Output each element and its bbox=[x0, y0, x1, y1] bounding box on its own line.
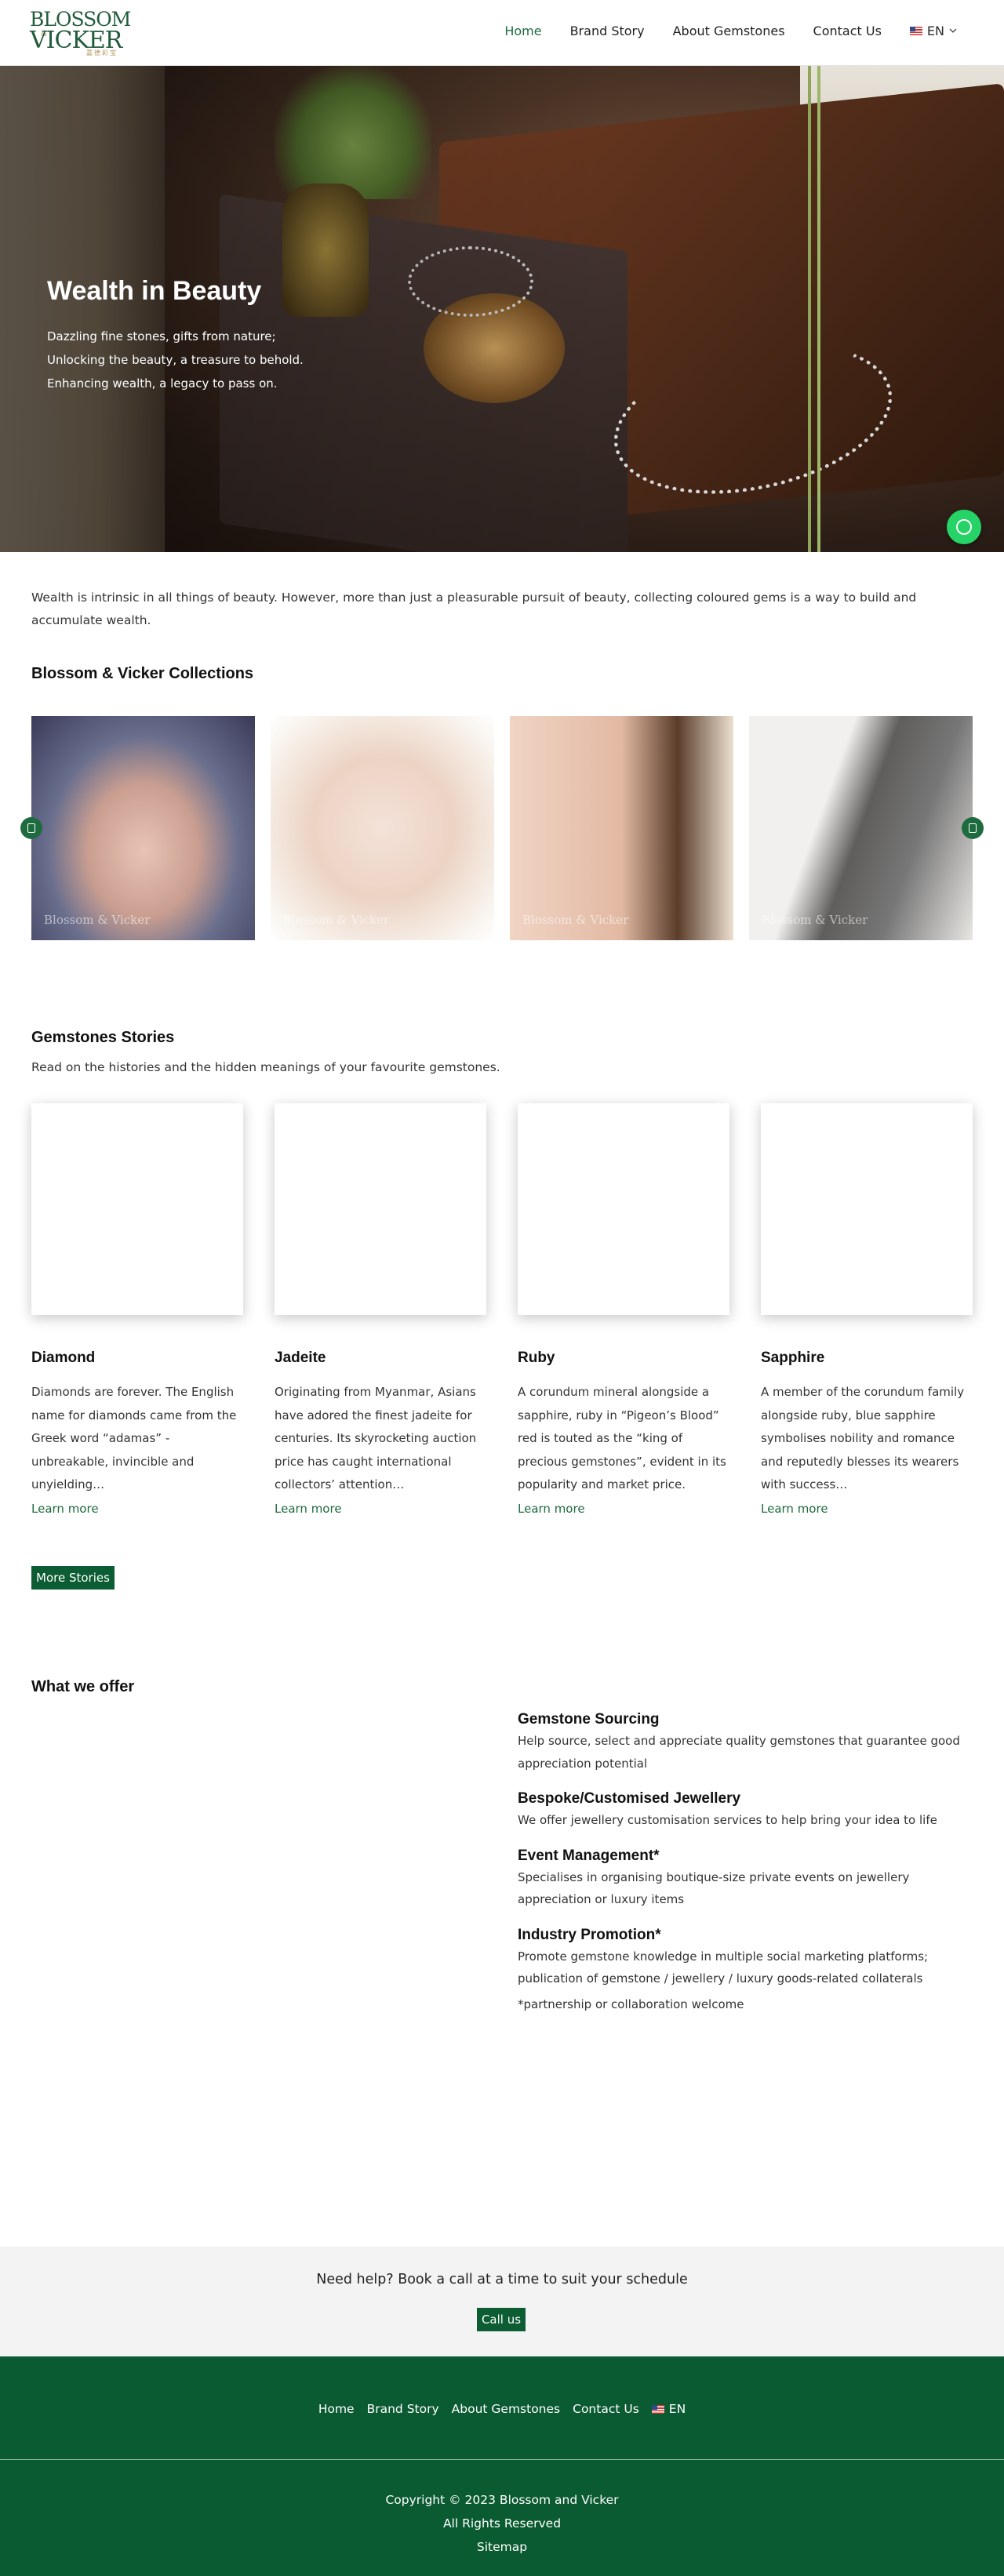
learn-more-link[interactable]: Learn more bbox=[275, 1502, 486, 1516]
story-excerpt: A member of the corundum family alongsid… bbox=[761, 1385, 965, 1491]
stories-subtitle: Read on the histories and the hidden mea… bbox=[31, 1060, 500, 1074]
watermark: Blossom & Vicker bbox=[762, 913, 868, 927]
story-card: Jadeite Originating from Myanmar, Asians… bbox=[275, 1103, 486, 1516]
hero-line: Dazzling fine stones, gifts from nature; bbox=[47, 329, 276, 343]
stories-title: Gemstones Stories bbox=[31, 1029, 175, 1046]
offer-item-title: Event Management* bbox=[518, 1847, 660, 1864]
offer-item-text: Help source, select and appreciate quali… bbox=[518, 1734, 960, 1771]
offer-item-title: Bespoke/Customised Jewellery bbox=[518, 1790, 741, 1807]
offer-item-title: Industry Promotion* bbox=[518, 1926, 661, 1943]
watermark: Blossom & Vicker bbox=[522, 913, 629, 927]
story-title: Diamond bbox=[31, 1350, 96, 1366]
watermark: Blossom & Vicker bbox=[44, 913, 151, 927]
whatsapp-icon bbox=[956, 519, 972, 535]
collections-carousel: Blossom & Vicker Blossom & Vicker Blosso… bbox=[31, 716, 973, 940]
hero-line: Enhancing wealth, a legacy to pass on. bbox=[47, 376, 278, 391]
us-flag-icon bbox=[909, 27, 922, 35]
offer-item-text: We offer jewellery customisation service… bbox=[518, 1813, 937, 1827]
footer-nav-brand-story[interactable]: Brand Story bbox=[367, 2402, 439, 2416]
story-card: Sapphire A member of the corundum family… bbox=[761, 1103, 973, 1516]
call-us-button[interactable]: Call us bbox=[477, 2308, 526, 2331]
hero-overlay bbox=[0, 66, 1004, 552]
nav-contact-us[interactable]: Contact Us bbox=[813, 24, 882, 38]
offer-item: Event Management* Specialises in organis… bbox=[518, 1846, 973, 1911]
us-flag-icon bbox=[651, 2404, 664, 2414]
story-excerpt: A corundum mineral alongside a sapphire,… bbox=[518, 1385, 726, 1491]
learn-more-link[interactable]: Learn more bbox=[518, 1502, 729, 1516]
call-to-action: Need help? Book a call at a time to suit… bbox=[0, 2247, 1004, 2356]
sitemap-link[interactable]: Sitemap bbox=[0, 2535, 1004, 2559]
story-excerpt: Originating from Myanmar, Asians have ad… bbox=[275, 1385, 477, 1491]
language-label: EN bbox=[926, 24, 944, 38]
copyright-text: Copyright © 2023 Blossom and Vicker bbox=[385, 2493, 619, 2507]
arrow-right-icon bbox=[969, 823, 977, 833]
offer-item-text: Specialises in organising boutique-size … bbox=[518, 1869, 910, 1907]
arrow-left-icon bbox=[27, 823, 35, 833]
cta-question: Need help? Book a call at a time to suit… bbox=[316, 2272, 688, 2287]
logo-chinese-name: 嘉德彩宝 bbox=[86, 49, 118, 56]
offer-list: Gemstone Sourcing Help source, select an… bbox=[518, 1709, 973, 2015]
footer-copyright: Copyright © 2023 Blossom and Vicker All … bbox=[0, 2488, 1004, 2559]
footer-nav-contact-us[interactable]: Contact Us bbox=[573, 2402, 639, 2416]
hero-banner: Wealth in Beauty Dazzling fine stones, g… bbox=[0, 66, 1004, 552]
story-thumbnail[interactable] bbox=[31, 1103, 243, 1315]
hero-title: Wealth in Beauty bbox=[47, 276, 262, 306]
collection-image[interactable]: Blossom & Vicker bbox=[271, 716, 494, 940]
story-title: Ruby bbox=[518, 1350, 555, 1366]
footer-nav-about-gemstones[interactable]: About Gemstones bbox=[452, 2402, 560, 2416]
intro-text: Wealth is intrinsic in all things of bea… bbox=[31, 590, 917, 627]
collection-image[interactable]: Blossom & Vicker bbox=[749, 716, 973, 940]
carousel-next-button[interactable] bbox=[962, 817, 984, 839]
offer-item: Gemstone Sourcing Help source, select an… bbox=[518, 1709, 973, 1775]
brand-logo[interactable]: BLOSSOM & VICKER 嘉德彩宝 bbox=[30, 8, 132, 56]
site-header: BLOSSOM & VICKER 嘉德彩宝 Home Brand Story A… bbox=[0, 0, 1004, 66]
offer-item: Industry Promotion* Promote gemstone kno… bbox=[518, 1925, 973, 2016]
collection-image[interactable]: Blossom & Vicker bbox=[31, 716, 255, 940]
story-thumbnail[interactable] bbox=[275, 1103, 486, 1315]
learn-more-link[interactable]: Learn more bbox=[761, 1502, 973, 1516]
footer-nav-home[interactable]: Home bbox=[318, 2402, 355, 2416]
main-nav: Home Brand Story About Gemstones Contact… bbox=[504, 24, 957, 38]
whatsapp-chat-button[interactable] bbox=[947, 510, 981, 544]
carousel-prev-button[interactable] bbox=[20, 817, 42, 839]
story-card: Ruby A corundum mineral alongside a sapp… bbox=[518, 1103, 729, 1516]
footer-nav: Home Brand Story About Gemstones Contact… bbox=[0, 2402, 1004, 2416]
story-excerpt: Diamonds are forever. The English name f… bbox=[31, 1385, 237, 1491]
story-title: Sapphire bbox=[761, 1350, 825, 1366]
watermark: Blossom & Vicker bbox=[283, 913, 390, 927]
site-footer: Home Brand Story About Gemstones Contact… bbox=[0, 2356, 1004, 2576]
nav-brand-story[interactable]: Brand Story bbox=[570, 24, 645, 38]
hero-line: Unlocking the beauty, a treasure to beho… bbox=[47, 353, 304, 367]
more-stories-button[interactable]: More Stories bbox=[31, 1566, 115, 1590]
offer-item: Bespoke/Customised Jewellery We offer je… bbox=[518, 1789, 973, 1832]
nav-about-gemstones[interactable]: About Gemstones bbox=[673, 24, 785, 38]
hero-subtitle: Dazzling fine stones, gifts from nature;… bbox=[47, 325, 376, 395]
learn-more-link[interactable]: Learn more bbox=[31, 1502, 243, 1516]
offer-item-title: Gemstone Sourcing bbox=[518, 1711, 660, 1728]
collections-title: Blossom & Vicker Collections bbox=[31, 665, 254, 682]
story-thumbnail[interactable] bbox=[761, 1103, 973, 1315]
partnership-note: *partnership or collaboration welcome bbox=[518, 1996, 744, 2011]
offer-title: What we offer bbox=[31, 1678, 135, 1695]
nav-home[interactable]: Home bbox=[504, 24, 541, 38]
footer-divider bbox=[0, 2459, 1004, 2460]
offer-item-text: Promote gemstone knowledge in multiple s… bbox=[518, 1949, 929, 1986]
story-thumbnail[interactable] bbox=[518, 1103, 729, 1315]
rights-text: All Rights Reserved bbox=[442, 2516, 562, 2531]
chevron-down-icon bbox=[949, 28, 957, 33]
story-title: Jadeite bbox=[275, 1350, 326, 1366]
story-card: Diamond Diamonds are forever. The Englis… bbox=[31, 1103, 243, 1516]
footer-language-selector[interactable]: EN bbox=[651, 2402, 686, 2416]
footer-language-label: EN bbox=[668, 2402, 686, 2416]
stories-grid: Diamond Diamonds are forever. The Englis… bbox=[31, 1103, 973, 1516]
language-selector[interactable]: EN bbox=[909, 24, 957, 38]
collection-image[interactable]: Blossom & Vicker bbox=[510, 716, 733, 940]
